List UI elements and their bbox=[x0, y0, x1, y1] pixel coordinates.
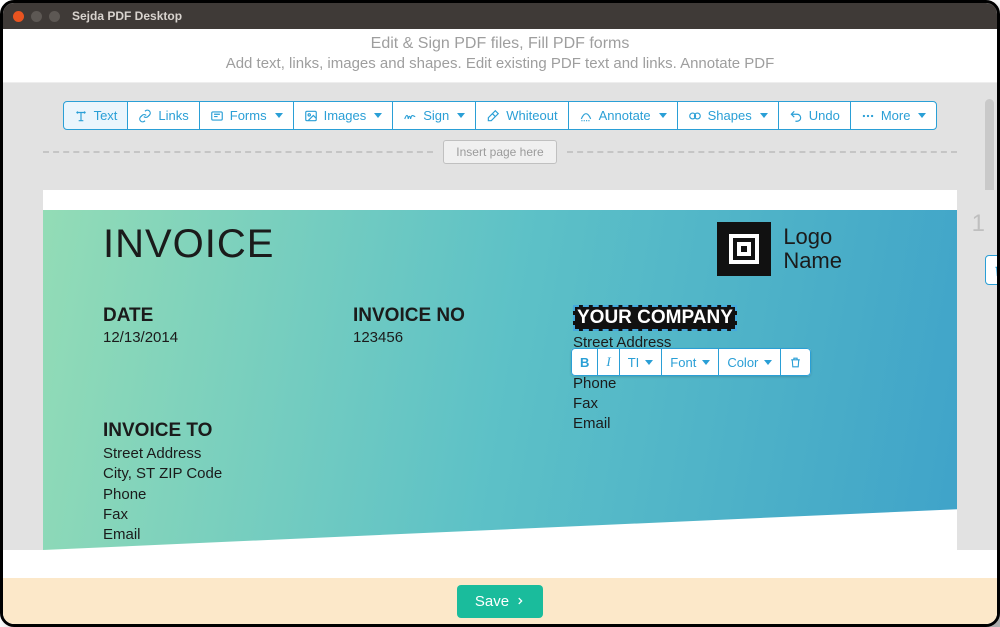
date-value[interactable]: 12/13/2014 bbox=[103, 329, 178, 346]
text-edit-toolbar: B I TI Font Color bbox=[571, 348, 811, 376]
header-subtitle: Add text, links, images and shapes. Edit… bbox=[3, 55, 997, 72]
company-email[interactable]: Email bbox=[573, 414, 833, 434]
forms-tool-label: Forms bbox=[230, 108, 267, 123]
trash-icon bbox=[993, 263, 1000, 278]
whiteout-tool-button[interactable]: Whiteout bbox=[475, 101, 568, 130]
save-label: Save bbox=[475, 593, 509, 610]
undo-button[interactable]: Undo bbox=[778, 101, 851, 130]
window-minimize-button[interactable] bbox=[31, 11, 42, 22]
save-button[interactable]: Save bbox=[457, 585, 543, 618]
insert-divider bbox=[43, 151, 433, 153]
forms-tool-button[interactable]: Forms bbox=[199, 101, 294, 130]
trash-icon bbox=[789, 356, 802, 369]
caret-down-icon bbox=[275, 113, 283, 118]
invoice-no-label[interactable]: INVOICE NO bbox=[353, 305, 465, 327]
caret-down-icon bbox=[645, 360, 653, 365]
logo-block[interactable]: Logo Name bbox=[717, 222, 842, 276]
caret-down-icon bbox=[918, 113, 926, 118]
invoice-to-street[interactable]: Street Address bbox=[103, 444, 222, 464]
annotate-tool-label: Annotate bbox=[599, 108, 651, 123]
caret-down-icon bbox=[457, 113, 465, 118]
logo-name-line1: Logo bbox=[783, 225, 842, 249]
delete-page-button[interactable] bbox=[985, 255, 1000, 285]
italic-button[interactable]: I bbox=[597, 348, 619, 376]
text-tool-button[interactable]: Text bbox=[63, 101, 129, 130]
app-header: Edit & Sign PDF files, Fill PDF forms Ad… bbox=[3, 29, 997, 83]
color-label: Color bbox=[727, 355, 758, 370]
more-label: More bbox=[881, 108, 911, 123]
window-title: Sejda PDF Desktop bbox=[72, 9, 182, 23]
logo-icon bbox=[717, 222, 771, 276]
whiteout-tool-label: Whiteout bbox=[506, 108, 557, 123]
images-tool-label: Images bbox=[324, 108, 367, 123]
window-maximize-button[interactable] bbox=[49, 11, 60, 22]
text-tool-label: Text bbox=[94, 108, 118, 123]
annotate-icon bbox=[579, 109, 593, 123]
sign-tool-button[interactable]: Sign bbox=[392, 101, 476, 130]
chevron-right-icon bbox=[515, 595, 525, 607]
invoice-title[interactable]: INVOICE bbox=[103, 222, 274, 267]
company-phone[interactable]: Phone bbox=[573, 374, 833, 394]
company-label-selected[interactable]: YOUR COMPANY bbox=[573, 305, 737, 331]
forms-icon bbox=[210, 109, 224, 123]
titlebar: Sejda PDF Desktop bbox=[3, 3, 997, 29]
images-tool-button[interactable]: Images bbox=[293, 101, 394, 130]
link-icon bbox=[138, 109, 152, 123]
links-tool-button[interactable]: Links bbox=[127, 101, 199, 130]
eraser-icon bbox=[486, 109, 500, 123]
main-toolbar: Text Links Forms bbox=[3, 101, 997, 130]
page-number: 1 bbox=[972, 210, 985, 238]
caret-down-icon bbox=[702, 360, 710, 365]
insert-page-button[interactable]: Insert page here bbox=[443, 140, 556, 164]
undo-label: Undo bbox=[809, 108, 840, 123]
caret-down-icon bbox=[374, 113, 382, 118]
invoice-to-phone[interactable]: Phone bbox=[103, 485, 222, 505]
more-icon bbox=[861, 109, 875, 123]
font-button[interactable]: Font bbox=[661, 348, 719, 376]
bold-button[interactable]: B bbox=[571, 348, 598, 376]
window-close-button[interactable] bbox=[13, 11, 24, 22]
logo-name-line2: Name bbox=[783, 249, 842, 273]
image-icon bbox=[304, 109, 318, 123]
insert-divider bbox=[567, 151, 957, 153]
undo-icon bbox=[789, 109, 803, 123]
links-tool-label: Links bbox=[158, 108, 188, 123]
date-label[interactable]: DATE bbox=[103, 305, 178, 327]
invoice-to-email[interactable]: Email bbox=[103, 525, 222, 545]
text-size-label: TI bbox=[628, 355, 640, 370]
invoice-to-label[interactable]: INVOICE TO bbox=[103, 420, 222, 442]
caret-down-icon bbox=[760, 113, 768, 118]
invoice-to-city[interactable]: City, ST ZIP Code bbox=[103, 464, 222, 484]
annotate-tool-button[interactable]: Annotate bbox=[568, 101, 678, 130]
pdf-page[interactable]: INVOICE Logo Name DATE 12/13/2014 INVOIC… bbox=[43, 190, 957, 550]
company-fax[interactable]: Fax bbox=[573, 394, 833, 414]
caret-down-icon bbox=[659, 113, 667, 118]
more-button[interactable]: More bbox=[850, 101, 938, 130]
invoice-to-fax[interactable]: Fax bbox=[103, 505, 222, 525]
shapes-icon bbox=[688, 109, 702, 123]
text-icon bbox=[74, 109, 88, 123]
color-button[interactable]: Color bbox=[718, 348, 781, 376]
footer-bar: Save bbox=[3, 578, 997, 624]
shapes-tool-button[interactable]: Shapes bbox=[677, 101, 779, 130]
font-label: Font bbox=[670, 355, 696, 370]
header-title: Edit & Sign PDF files, Fill PDF forms bbox=[3, 35, 997, 53]
shapes-tool-label: Shapes bbox=[708, 108, 752, 123]
sign-icon bbox=[403, 109, 417, 123]
delete-text-button[interactable] bbox=[780, 348, 811, 376]
sign-tool-label: Sign bbox=[423, 108, 449, 123]
caret-down-icon bbox=[764, 360, 772, 365]
invoice-no-value[interactable]: 123456 bbox=[353, 329, 465, 346]
text-size-button[interactable]: TI bbox=[619, 348, 663, 376]
